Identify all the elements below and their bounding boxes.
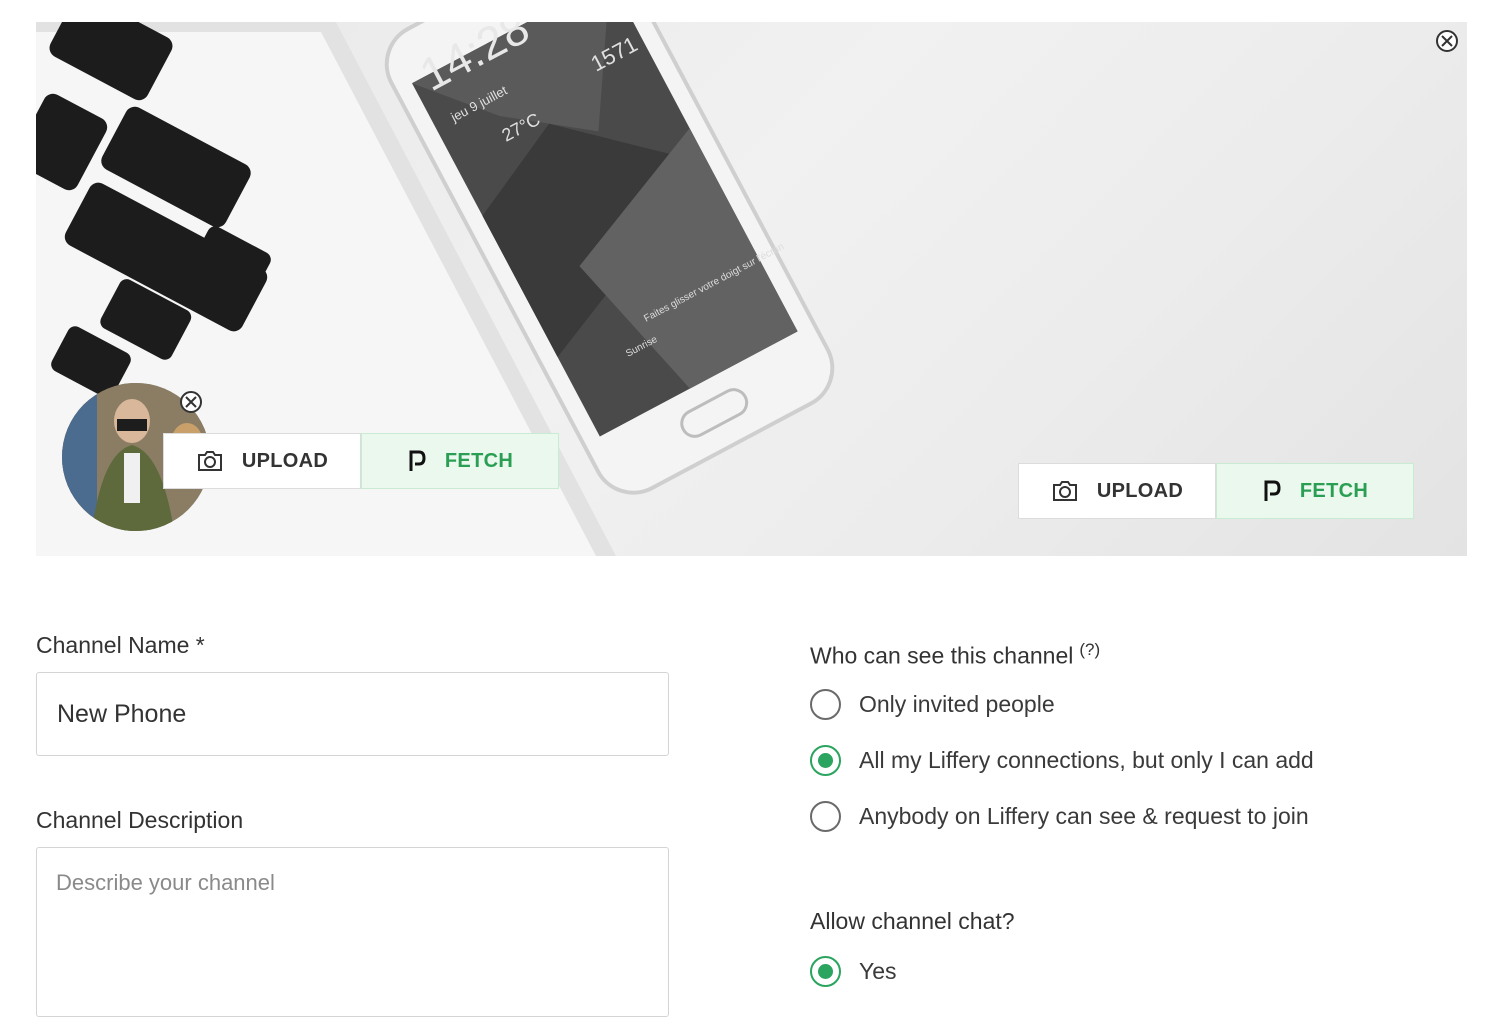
remove-cover-button[interactable] <box>1436 30 1458 52</box>
visibility-heading: Who can see this channel (?) <box>810 640 1100 670</box>
chat-option-label: Yes <box>859 958 897 984</box>
channel-description-label: Channel Description <box>36 807 244 833</box>
avatar-image-controls: UPLOAD FETCH <box>163 433 559 489</box>
visibility-option-anybody[interactable]: Anybody on Liffery can see & request to … <box>810 801 1309 832</box>
visibility-radio-anybody[interactable] <box>810 801 841 832</box>
avatar-fetch-button[interactable]: FETCH <box>361 433 559 489</box>
visibility-option-label: Only invited people <box>859 691 1055 717</box>
camera-icon <box>197 451 222 471</box>
visibility-option-label: All my Liffery connections, but only I c… <box>859 747 1314 773</box>
fetch-icon <box>1264 480 1281 501</box>
visibility-label: Who can see this channel <box>810 642 1074 669</box>
close-icon <box>1441 35 1453 47</box>
remove-avatar-button[interactable] <box>180 391 202 413</box>
cover-upload-label: UPLOAD <box>1096 479 1184 502</box>
channel-name-label: Channel Name * <box>36 632 205 658</box>
cover-fetch-label: FETCH <box>1299 479 1369 502</box>
chat-label: Allow channel chat? <box>810 908 1015 934</box>
visibility-help-link[interactable]: (?) <box>1079 640 1100 659</box>
avatar-fetch-label: FETCH <box>444 449 514 472</box>
channel-name-input[interactable] <box>36 672 669 756</box>
chat-radio-yes[interactable] <box>810 956 841 987</box>
cover-fetch-button[interactable]: FETCH <box>1216 463 1414 519</box>
cover-upload-button[interactable]: UPLOAD <box>1018 463 1216 519</box>
visibility-radio-invited[interactable] <box>810 689 841 720</box>
visibility-option-invited[interactable]: Only invited people <box>810 689 1055 720</box>
channel-description-input[interactable] <box>36 847 669 1017</box>
fetch-icon <box>409 450 426 471</box>
visibility-radio-connections[interactable] <box>810 745 841 776</box>
cover-image-controls: UPLOAD FETCH <box>1018 463 1414 519</box>
chat-option-yes[interactable]: Yes <box>810 956 897 987</box>
avatar-upload-label: UPLOAD <box>241 449 329 472</box>
close-icon <box>185 396 197 408</box>
visibility-option-label: Anybody on Liffery can see & request to … <box>859 803 1309 829</box>
avatar-upload-button[interactable]: UPLOAD <box>163 433 361 489</box>
camera-icon <box>1052 481 1077 501</box>
visibility-option-connections[interactable]: All my Liffery connections, but only I c… <box>810 745 1314 776</box>
